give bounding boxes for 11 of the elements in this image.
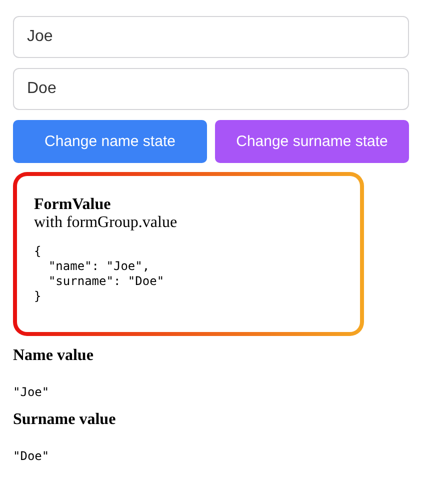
text-field[interactable]: Joe [13, 16, 409, 58]
value-text: "Doe" [13, 449, 50, 464]
json-code-text: { "name": "Joe", "surname": "Doe" } [34, 244, 164, 304]
value-text: "Joe" [13, 385, 50, 400]
text-field[interactable]: Doe [13, 68, 409, 110]
change-state-button[interactable]: Change surname state [215, 120, 409, 163]
card-subtitle: with formGroup.value [34, 214, 178, 232]
change-state-button[interactable]: Change name state [13, 120, 207, 163]
card-title: FormValue [34, 196, 112, 214]
value-heading: Surname value [13, 411, 117, 429]
value-heading: Name value [13, 347, 94, 365]
